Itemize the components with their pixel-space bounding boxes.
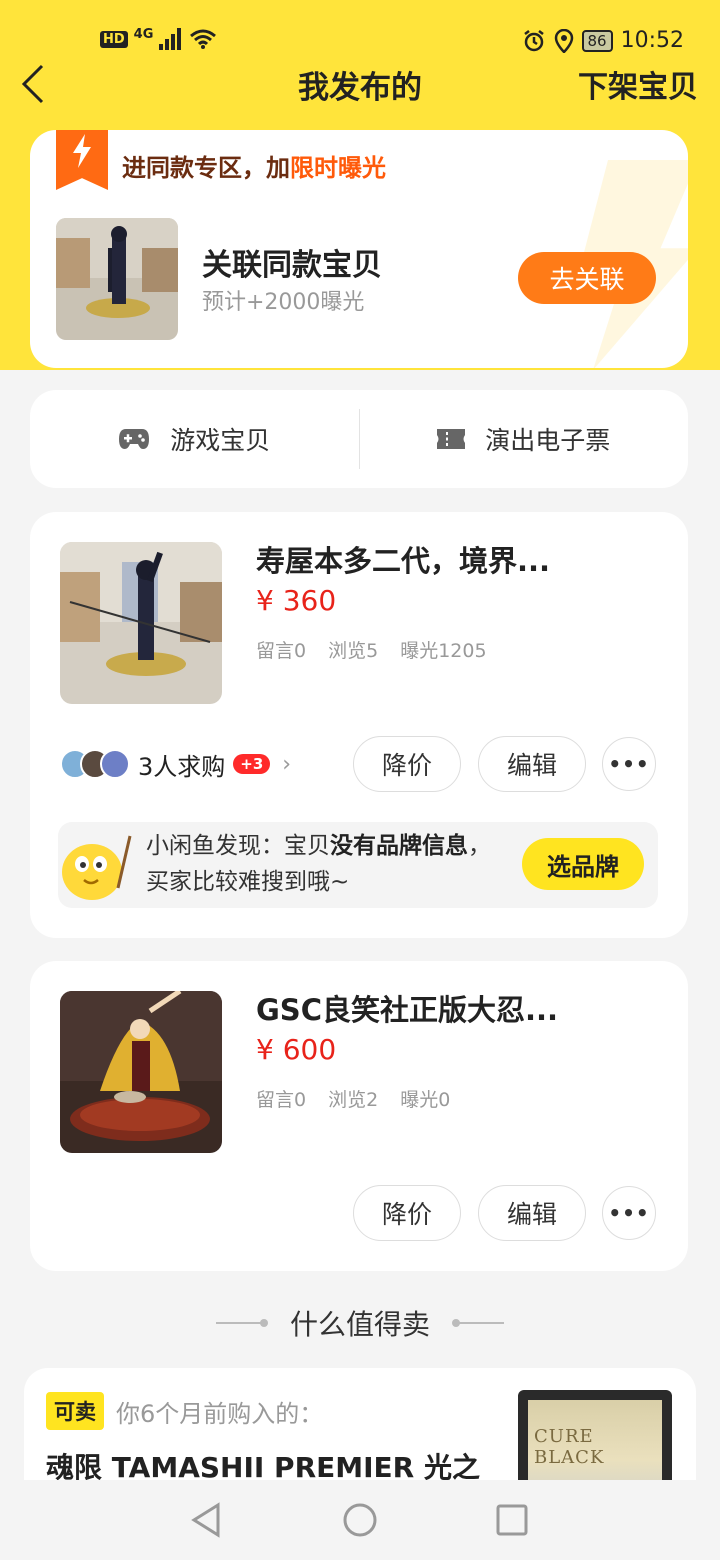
hd-icon: HD bbox=[100, 30, 128, 48]
status-bar: HD 4G 86 10:52 bbox=[0, 0, 720, 56]
edit-button[interactable]: 编辑 bbox=[478, 736, 586, 792]
figure-photo bbox=[60, 542, 222, 704]
listing-title[interactable]: 寿屋本多二代，境界... bbox=[256, 538, 666, 580]
buyers-request[interactable]: 3人求购 +3 › bbox=[60, 736, 291, 792]
category-e-tickets[interactable]: 演出电子票 bbox=[360, 421, 689, 457]
triangle-back-icon bbox=[191, 1502, 220, 1538]
listing-image[interactable] bbox=[60, 991, 222, 1153]
mascot-fish-icon bbox=[62, 835, 132, 900]
promo-subtitle: 预计+2000曝光 bbox=[202, 290, 365, 315]
tip-text-bold: 没有品牌信息 bbox=[330, 833, 468, 859]
nav-bar: 我发布的 下架宝贝 bbox=[0, 56, 720, 112]
stat-comments: 留言0 bbox=[256, 1089, 307, 1111]
promo-headline-prefix: 进同款专区，加 bbox=[122, 154, 290, 182]
nav-home-button[interactable] bbox=[342, 1502, 378, 1538]
alarm-icon bbox=[523, 29, 544, 51]
divider bbox=[452, 1319, 504, 1327]
battery-indicator: 86 bbox=[581, 29, 613, 52]
promo-headline-highlight: 限时曝光 bbox=[290, 154, 386, 182]
ticket-icon bbox=[437, 429, 466, 449]
nav-recents-button[interactable] bbox=[494, 1502, 530, 1538]
location-icon bbox=[554, 28, 573, 53]
figure-photo bbox=[56, 218, 178, 340]
network-type: 4G bbox=[133, 26, 154, 42]
avatar bbox=[100, 749, 130, 779]
listing-image[interactable] bbox=[60, 542, 222, 704]
gamepad-icon bbox=[119, 429, 150, 449]
price-cut-button[interactable]: 降价 bbox=[353, 1185, 461, 1241]
listing-stats: 留言0 浏览2 曝光0 bbox=[256, 1085, 450, 1112]
stat-exposure: 曝光0 bbox=[400, 1089, 451, 1111]
buyer-avatars bbox=[60, 749, 130, 779]
category-label: 游戏宝贝 bbox=[170, 426, 271, 455]
wifi-icon bbox=[190, 29, 217, 49]
square-recents-icon bbox=[496, 1504, 528, 1536]
stat-views: 浏览2 bbox=[328, 1089, 379, 1111]
listing-stats: 留言0 浏览5 曝光1205 bbox=[256, 636, 487, 663]
divider bbox=[215, 1319, 268, 1327]
tip-text: 小闲鱼发现：宝贝没有品牌信息，买家比较难搜到哦~ bbox=[146, 828, 506, 900]
listing-actions: 3人求购 +3 › 降价 编辑 ••• bbox=[30, 736, 688, 792]
choose-brand-button[interactable]: 选品牌 bbox=[522, 838, 644, 890]
nav-back-button[interactable] bbox=[188, 1502, 224, 1538]
more-button[interactable]: ••• bbox=[602, 737, 656, 791]
listing-price: ¥ 600 bbox=[256, 1033, 337, 1066]
stat-comments: 留言0 bbox=[256, 640, 307, 662]
listing-card[interactable]: GSC良笑社正版大忍... ¥ 600 留言0 浏览2 曝光0 降价 编辑 ••… bbox=[30, 961, 688, 1271]
circle-home-icon bbox=[343, 1503, 377, 1537]
delist-button[interactable]: 下架宝贝 bbox=[578, 62, 698, 106]
lightning-icon bbox=[73, 134, 91, 168]
stat-exposure: 曝光1205 bbox=[400, 640, 487, 662]
listing-card[interactable]: 寿屋本多二代，境界... ¥ 360 留言0 浏览5 曝光1205 3人求购 +… bbox=[30, 512, 688, 938]
section-title: 什么值得卖 bbox=[289, 1308, 430, 1341]
buyers-badge: +3 bbox=[233, 754, 271, 774]
edit-button[interactable]: 编辑 bbox=[478, 1185, 586, 1241]
listing-price: ¥ 360 bbox=[256, 584, 337, 617]
brand-tip: 小闲鱼发现：宝贝没有品牌信息，买家比较难搜到哦~ 选品牌 bbox=[58, 822, 658, 908]
listing-title[interactable]: GSC良笑社正版大忍... bbox=[256, 987, 666, 1029]
promo-headline: 进同款专区，加限时曝光 bbox=[122, 148, 386, 183]
stat-views: 浏览5 bbox=[328, 640, 379, 662]
price-cut-button[interactable]: 降价 bbox=[353, 736, 461, 792]
sellable-tag: 可卖 bbox=[46, 1392, 104, 1430]
figure-photo bbox=[60, 991, 222, 1153]
more-button[interactable]: ••• bbox=[602, 1186, 656, 1240]
category-game-items[interactable]: 游戏宝贝 bbox=[30, 421, 359, 457]
buyers-count: 3人求购 bbox=[138, 752, 226, 781]
listing-actions: 降价 编辑 ••• bbox=[30, 1185, 688, 1241]
promo-ribbon bbox=[56, 130, 108, 190]
section-header: 什么值得卖 bbox=[0, 1300, 720, 1346]
sellable-meta: 你6个月前购入的： bbox=[116, 1400, 324, 1428]
category-card: 游戏宝贝 演出电子票 bbox=[30, 390, 688, 488]
link-same-item-button[interactable]: 去关联 bbox=[518, 252, 656, 304]
system-nav-bar bbox=[0, 1480, 720, 1560]
promo-title: 关联同款宝贝 bbox=[202, 248, 382, 283]
promo-product-image[interactable] bbox=[56, 218, 178, 340]
category-label: 演出电子票 bbox=[485, 426, 611, 455]
status-right: 86 10:52 bbox=[522, 28, 684, 53]
promo-card: 进同款专区，加限时曝光 关联同款宝贝 预计+2000曝光 去关联 bbox=[30, 130, 688, 368]
box-art-text: CURE BLACK bbox=[534, 1426, 605, 1468]
status-left: HD 4G bbox=[100, 26, 217, 50]
tip-text-prefix: 小闲鱼发现：宝贝 bbox=[146, 833, 330, 859]
signal-icon bbox=[159, 28, 182, 50]
clock: 10:52 bbox=[620, 28, 684, 53]
chevron-right-icon: › bbox=[282, 751, 292, 777]
